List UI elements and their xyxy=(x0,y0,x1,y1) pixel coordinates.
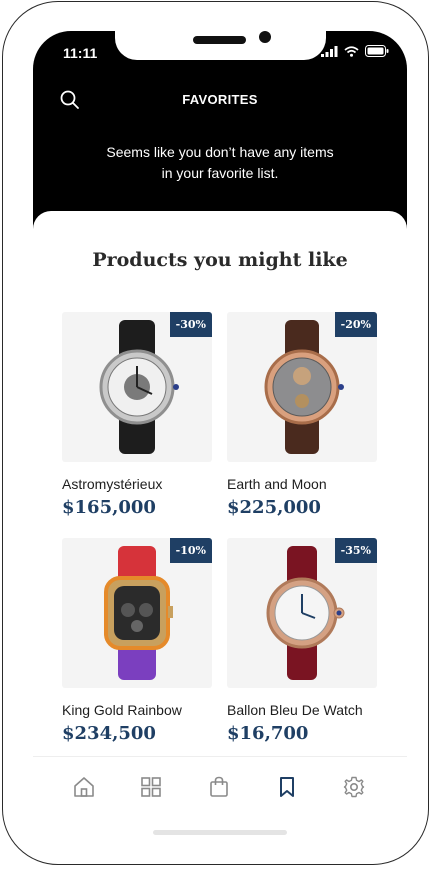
tab-favorites[interactable] xyxy=(275,775,299,799)
tab-settings[interactable] xyxy=(342,775,366,799)
section-title: Products you might like xyxy=(92,249,348,271)
empty-message-line2: in your favorite list. xyxy=(161,165,279,181)
tab-bar xyxy=(33,756,407,817)
discount-badge: -30% xyxy=(169,312,212,337)
status-time: 11:11 xyxy=(63,45,98,61)
product-price: $16,700 xyxy=(227,723,309,744)
signal-icon xyxy=(321,45,338,57)
product-image: -30% xyxy=(62,312,212,462)
product-card[interactable]: -20% Earth and Moon $225,000 xyxy=(227,312,377,518)
discount-badge: -35% xyxy=(334,538,377,563)
product-name: Ballon Bleu De Watch xyxy=(227,702,363,718)
camera xyxy=(259,31,271,43)
product-card[interactable]: -10% King Gold Rainbow $234,500 xyxy=(62,538,212,744)
bag-icon xyxy=(210,776,228,797)
home-icon xyxy=(74,777,94,797)
product-card[interactable]: -30% Astromystérieux $165,000 xyxy=(62,312,212,518)
product-image: -35% xyxy=(227,538,377,688)
phone-frame: 11:11 FAVORITES Seems like you don’t hav… xyxy=(2,1,429,865)
screen: 11:11 FAVORITES Seems like you don’t hav… xyxy=(33,31,407,843)
home-indicator xyxy=(153,830,287,835)
empty-message-line1: Seems like you don’t have any items xyxy=(106,144,334,160)
speaker xyxy=(193,36,246,44)
wifi-icon xyxy=(344,45,359,57)
content-sheet xyxy=(33,211,407,843)
status-icons xyxy=(321,45,389,57)
product-name: Astromystérieux xyxy=(62,476,163,492)
product-image: -20% xyxy=(227,312,377,462)
product-price: $165,000 xyxy=(62,497,156,518)
tab-home[interactable] xyxy=(72,775,96,799)
bookmark-icon xyxy=(280,777,294,797)
product-price: $225,000 xyxy=(227,497,321,518)
battery-icon xyxy=(365,45,389,57)
discount-badge: -10% xyxy=(169,538,212,563)
grid-icon xyxy=(141,777,161,797)
product-name: King Gold Rainbow xyxy=(62,702,182,718)
page-title: FAVORITES xyxy=(182,92,258,107)
product-name: Earth and Moon xyxy=(227,476,327,492)
tab-cart[interactable] xyxy=(207,775,231,799)
product-card[interactable]: -35% Ballon Bleu De Watch $16,700 xyxy=(227,538,377,744)
product-image: -10% xyxy=(62,538,212,688)
settings-icon xyxy=(343,776,365,798)
product-price: $234,500 xyxy=(62,723,156,744)
tab-categories[interactable] xyxy=(139,775,163,799)
notch xyxy=(115,31,326,60)
discount-badge: -20% xyxy=(334,312,377,337)
empty-favorites-message: Seems like you don’t have any items in y… xyxy=(73,142,367,184)
